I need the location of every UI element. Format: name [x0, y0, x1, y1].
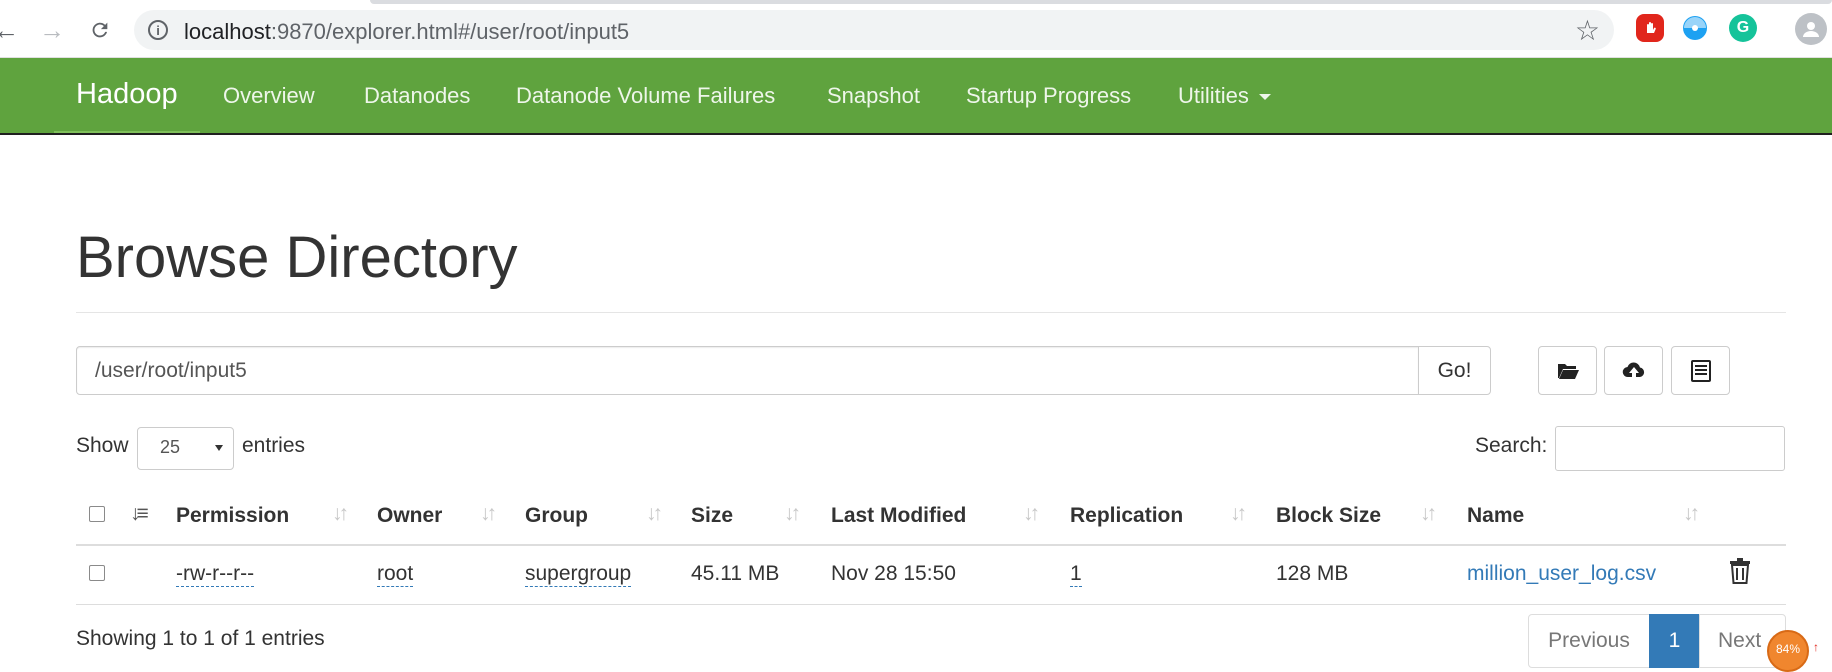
url-path: :9870/explorer.html#/user/root/input5: [270, 19, 630, 44]
cell-last-modified: Nov 28 15:50: [831, 562, 956, 585]
sort-icon-block-size[interactable]: ↓↑: [1420, 502, 1437, 526]
url-text[interactable]: localhost:9870/explorer.html#/user/root/…: [184, 19, 629, 45]
entries-label: entries: [242, 434, 306, 457]
upload-files-button[interactable]: [1604, 346, 1663, 395]
sort-icon-name[interactable]: ↓↑: [1683, 502, 1700, 526]
info-icon[interactable]: i: [148, 20, 168, 40]
column-header-replication[interactable]: Replication: [1070, 504, 1183, 528]
table-search-input[interactable]: [1555, 426, 1785, 471]
go-button[interactable]: Go!: [1418, 346, 1491, 395]
nav-utilities-dropdown[interactable]: Utilities: [1178, 58, 1271, 133]
nav-snapshot[interactable]: Snapshot: [827, 58, 920, 133]
browser-toolbar: ← → i localhost:9870/explorer.html#/user…: [0, 0, 1832, 58]
back-arrow-icon[interactable]: ←: [0, 14, 22, 46]
column-header-group[interactable]: Group: [525, 504, 588, 528]
cell-permission[interactable]: -rw-r--r--: [176, 562, 255, 587]
directory-path-input[interactable]: [76, 346, 1419, 395]
entries-selected-value: 25: [160, 437, 181, 457]
grammarly-icon[interactable]: G: [1729, 14, 1757, 42]
column-header-size[interactable]: Size: [691, 504, 733, 528]
cell-block-size: 128 MB: [1276, 562, 1349, 585]
select-all-checkbox[interactable]: [89, 506, 105, 522]
entries-length-select[interactable]: 25: [137, 427, 234, 470]
cell-group[interactable]: supergroup: [525, 562, 632, 587]
nav-utilities-label: Utilities: [1178, 82, 1249, 108]
column-header-name[interactable]: Name: [1467, 504, 1524, 528]
hadoop-navbar: Hadoop Overview Datanodes Datanode Volum…: [0, 58, 1832, 135]
zoom-level-badge[interactable]: 84%: [1767, 630, 1809, 672]
nav-overview[interactable]: Overview: [223, 58, 315, 133]
sort-icon-last-modified[interactable]: ↓↑: [1023, 502, 1040, 526]
column-header-last-modified[interactable]: Last Modified: [831, 504, 966, 528]
brand-logo[interactable]: Hadoop: [54, 58, 200, 133]
column-header-block-size[interactable]: Block Size: [1276, 504, 1381, 528]
search-label: Search:: [1475, 434, 1548, 457]
sort-icon-size[interactable]: ↓↑: [784, 502, 801, 526]
profile-avatar-icon[interactable]: [1795, 13, 1827, 45]
table-header-divider: [76, 544, 1786, 546]
forward-arrow-icon[interactable]: →: [36, 14, 68, 46]
reload-icon[interactable]: [84, 14, 116, 46]
cell-file-name-link[interactable]: million_user_log.csv: [1467, 562, 1656, 586]
sort-icon-replication[interactable]: ↓↑: [1230, 502, 1247, 526]
pagination-previous-button[interactable]: Previous: [1528, 614, 1650, 668]
table-row-divider: [76, 604, 1786, 605]
pagination-page-1-button[interactable]: 1: [1649, 614, 1700, 668]
sort-icon-owner[interactable]: ↓↑: [480, 502, 497, 526]
trash-icon[interactable]: [1729, 558, 1751, 589]
select-arrow-icon: [215, 445, 223, 451]
folder-open-icon: [1557, 363, 1579, 379]
cell-replication[interactable]: 1: [1070, 562, 1082, 587]
row-checkbox[interactable]: [89, 565, 105, 581]
address-bar[interactable]: i localhost:9870/explorer.html#/user/roo…: [134, 10, 1614, 50]
nav-datanode-volume-failures[interactable]: Datanode Volume Failures: [516, 58, 775, 133]
zoom-up-arrow-icon: ↑: [1813, 640, 1819, 654]
sort-icon-group[interactable]: ↓↑: [646, 502, 663, 526]
column-header-owner[interactable]: Owner: [377, 504, 442, 528]
nav-startup-progress[interactable]: Startup Progress: [966, 58, 1131, 133]
pinwheel-icon[interactable]: [1681, 14, 1709, 42]
tab-strip-edge: [370, 0, 1832, 4]
sort-icon-select-column[interactable]: ↓≡: [130, 502, 149, 526]
caret-down-icon: [1258, 94, 1271, 100]
list-icon: [1690, 359, 1711, 382]
page-title: Browse Directory: [76, 225, 518, 290]
cell-owner[interactable]: root: [377, 562, 414, 587]
create-directory-button[interactable]: [1538, 346, 1597, 395]
cloud-upload-icon: [1622, 362, 1644, 377]
sort-icon-permission[interactable]: ↓↑: [332, 502, 349, 526]
url-host: localhost: [184, 19, 271, 44]
nav-datanodes[interactable]: Datanodes: [364, 58, 470, 133]
column-header-permission[interactable]: Permission: [176, 504, 289, 528]
title-divider: [76, 312, 1786, 313]
cell-size: 45.11 MB: [691, 562, 780, 585]
cut-paste-button[interactable]: [1671, 346, 1730, 395]
table-info-text: Showing 1 to 1 of 1 entries: [76, 627, 325, 650]
adblock-icon[interactable]: [1636, 14, 1664, 42]
star-icon[interactable]: ☆: [1575, 14, 1600, 47]
show-label: Show: [76, 434, 129, 457]
